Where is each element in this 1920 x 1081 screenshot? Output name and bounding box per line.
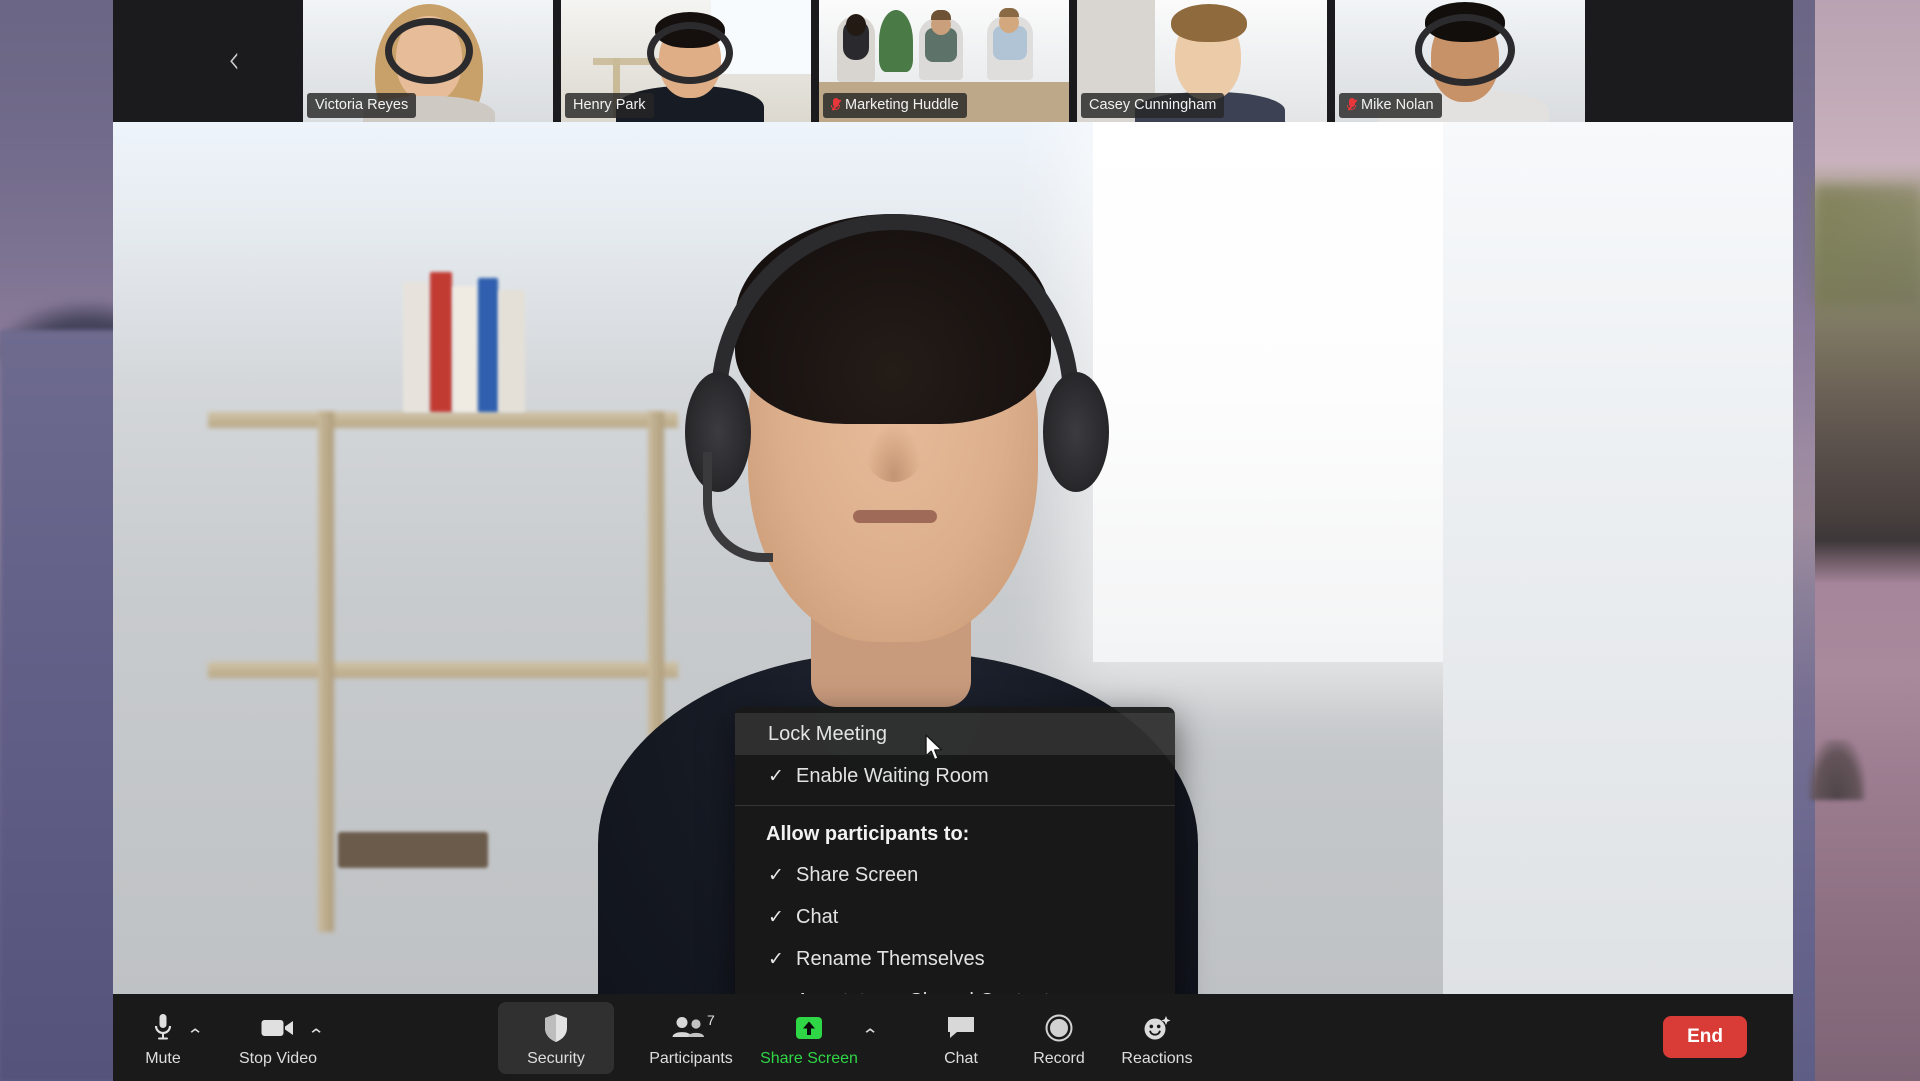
filmstrip-prev-arrow-icon[interactable]: ‹ <box>195 0 273 122</box>
participant-tile[interactable]: Victoria Reyes <box>303 0 553 122</box>
tile-name-label: Victoria Reyes <box>315 96 409 113</box>
menu-item-share-screen[interactable]: ✓ Share Screen <box>735 854 1175 896</box>
wallpaper-cliff <box>1815 0 1920 1081</box>
chat-bubble-icon <box>946 1012 976 1044</box>
menu-divider <box>735 805 1175 806</box>
security-button[interactable]: Security <box>498 1002 614 1074</box>
share-options-caret-icon[interactable]: ⌃ <box>861 1026 879 1046</box>
participants-label: Participants <box>649 1050 733 1067</box>
menu-item-lock-meeting[interactable]: Lock Meeting <box>735 713 1175 755</box>
participant-tile-active-speaker[interactable]: Henry Park <box>561 0 811 122</box>
video-options-caret-icon[interactable]: ⌃ <box>307 1026 325 1046</box>
wallpaper-rock <box>1809 740 1865 800</box>
menu-item-label: Lock Meeting <box>768 722 887 745</box>
participant-tile[interactable]: Casey Cunningham <box>1077 0 1327 122</box>
shield-icon <box>543 1012 569 1044</box>
wallpaper-sea <box>0 330 120 1081</box>
tile-name-label: Casey Cunningham <box>1089 96 1217 113</box>
tile-name-label: Marketing Huddle <box>845 96 959 113</box>
headphone-cup-right <box>1043 372 1109 492</box>
menu-item-label: Enable Waiting Room <box>796 764 989 787</box>
checkmark-icon: ✓ <box>768 948 784 970</box>
person-nose <box>865 422 923 482</box>
participant-tile[interactable]: Marketing Huddle <box>819 0 1069 122</box>
checkmark-icon: ✓ <box>768 906 784 928</box>
share-arrow-icon <box>794 1012 824 1044</box>
filmstrip-tiles: Victoria Reyes Henry Park Marketing Hudd… <box>303 0 1585 122</box>
active-speaker-video[interactable]: Lock Meeting ✓ Enable Waiting Room Allow… <box>113 122 1793 994</box>
video-camera-icon <box>261 1012 295 1044</box>
participant-filmstrip: ‹ › Victoria Reyes <box>113 0 1793 122</box>
muted-microphone-icon <box>1347 97 1358 112</box>
microphone-icon <box>153 1012 173 1044</box>
checkmark-icon: ✓ <box>768 765 784 787</box>
mute-options-caret-icon[interactable]: ⌃ <box>186 1026 204 1046</box>
tile-name-badge: Victoria Reyes <box>307 92 417 118</box>
menu-item-annotate-on-shared-content[interactable]: ✓ Annotate on Shared Content <box>735 980 1175 995</box>
chevron-left-icon: ‹ <box>228 36 240 84</box>
chat-label: Chat <box>944 1050 978 1067</box>
participants-count: 7 <box>707 1012 715 1028</box>
share-screen-button[interactable]: Share Screen <box>751 1002 867 1074</box>
headphone-boom-mic <box>703 452 773 562</box>
mute-label: Mute <box>145 1050 181 1067</box>
record-label: Record <box>1033 1050 1085 1067</box>
meeting-toolbar: Mute ⌃ Stop Video ⌃ Security 7 Participa… <box>113 994 1793 1081</box>
menu-section-title: Allow participants to: <box>766 822 970 845</box>
zoom-meeting-window: ‹ › Victoria Reyes <box>113 0 1793 1081</box>
participants-button[interactable]: 7 Participants <box>633 1002 749 1074</box>
tile-name-label: Mike Nolan <box>1361 96 1434 113</box>
wallpaper-cliff-grass <box>1815 185 1920 305</box>
smiley-icon <box>1142 1012 1172 1044</box>
participant-tile[interactable]: Mike Nolan <box>1335 0 1585 122</box>
muted-microphone-icon <box>831 97 842 112</box>
reactions-label: Reactions <box>1121 1050 1193 1067</box>
headphone-band-icon <box>711 214 1079 404</box>
menu-item-label: Chat <box>796 905 839 928</box>
security-dropdown-menu[interactable]: Lock Meeting ✓ Enable Waiting Room Allow… <box>735 707 1175 994</box>
mouse-cursor-icon <box>925 734 943 761</box>
menu-item-chat[interactable]: ✓ Chat <box>735 896 1175 938</box>
end-meeting-button[interactable]: End <box>1663 1016 1747 1058</box>
people-icon <box>672 1012 710 1044</box>
tile-name-badge: Marketing Huddle <box>823 92 967 118</box>
tile-name-badge: Mike Nolan <box>1339 92 1442 118</box>
menu-item-label: Rename Themselves <box>796 947 985 970</box>
tile-name-badge: Casey Cunningham <box>1081 92 1225 118</box>
menu-item-enable-waiting-room[interactable]: ✓ Enable Waiting Room <box>735 755 1175 797</box>
stage-window-right <box>1443 122 1793 994</box>
menu-item-rename-themselves[interactable]: ✓ Rename Themselves <box>735 938 1175 980</box>
share-screen-label: Share Screen <box>760 1050 858 1067</box>
person-mouth <box>853 510 937 523</box>
security-label: Security <box>527 1050 585 1067</box>
tile-name-badge: Henry Park <box>565 92 654 118</box>
reactions-button[interactable]: Reactions <box>1099 1002 1215 1074</box>
stop-video-label: Stop Video <box>239 1050 317 1067</box>
tile-name-label: Henry Park <box>573 96 646 113</box>
checkmark-icon: ✓ <box>768 864 784 886</box>
record-circle-icon <box>1045 1012 1073 1044</box>
menu-item-label: Share Screen <box>796 863 919 886</box>
